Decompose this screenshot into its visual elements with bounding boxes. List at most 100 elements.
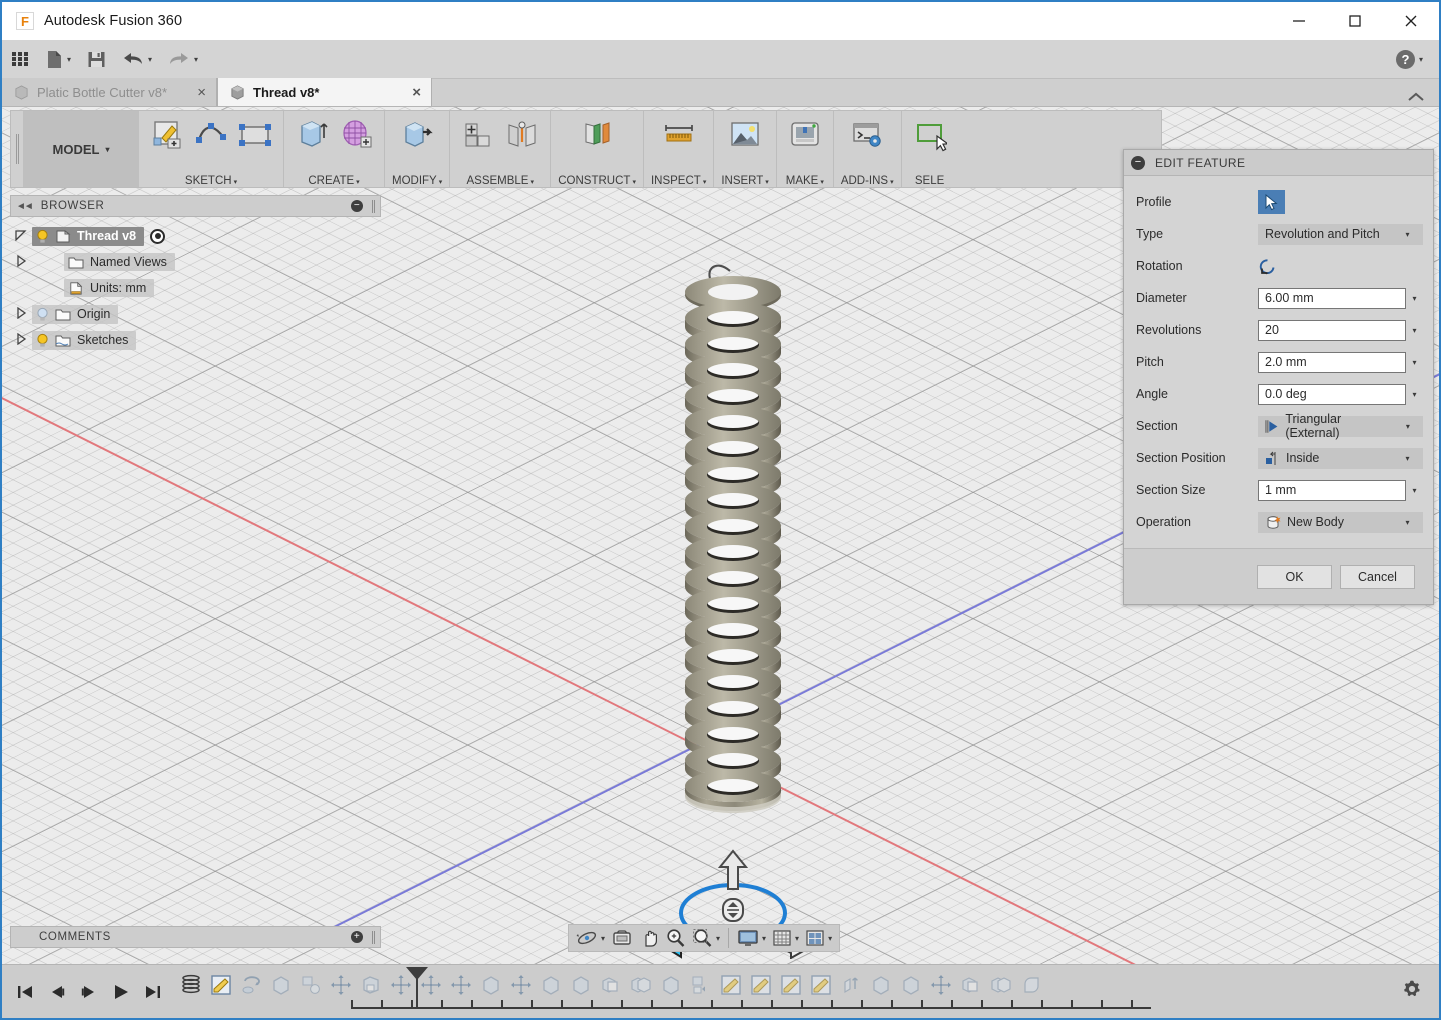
- show-data-panel-button[interactable]: [2, 40, 38, 78]
- body-feature-3[interactable]: [536, 970, 566, 1000]
- body-feature-5[interactable]: [656, 970, 686, 1000]
- thread-coil-body[interactable]: [638, 272, 828, 832]
- redo-button[interactable]: ▾: [160, 40, 206, 78]
- press-pull-icon[interactable]: [396, 114, 438, 156]
- sketch-feature-4[interactable]: [776, 970, 806, 1000]
- copy-feature-1[interactable]: [626, 970, 656, 1000]
- sketch-feature-5[interactable]: [806, 970, 836, 1000]
- body-feature-6[interactable]: [866, 970, 896, 1000]
- document-tab-inactive[interactable]: Platic Bottle Cutter v8* ×: [2, 78, 217, 106]
- body-feature-2[interactable]: [476, 970, 506, 1000]
- expander-expanded-icon[interactable]: [10, 229, 32, 244]
- new-component-icon[interactable]: [457, 114, 499, 156]
- maximize-icon[interactable]: [1327, 2, 1383, 40]
- chevron-down-icon[interactable]: ▾: [1406, 358, 1423, 367]
- script-addin-icon[interactable]: [846, 114, 888, 156]
- spline-icon[interactable]: [190, 114, 232, 156]
- profile-select-button[interactable]: [1258, 190, 1285, 214]
- expander-collapsed-icon[interactable]: [10, 306, 32, 322]
- revolve-feature[interactable]: [236, 970, 266, 1000]
- body-feature-4[interactable]: [566, 970, 596, 1000]
- move-feature-1[interactable]: [326, 970, 356, 1000]
- help-menu-button[interactable]: ? ▾: [1395, 49, 1423, 69]
- grid-snaps-button[interactable]: ▾: [769, 926, 802, 950]
- tree-row-thread[interactable]: Thread v8: [10, 223, 381, 249]
- section-size-input[interactable]: 1 mm: [1258, 479, 1406, 501]
- save-button[interactable]: [79, 40, 114, 78]
- operation-dropdown[interactable]: New Body ▾: [1258, 511, 1423, 533]
- angle-input[interactable]: 0.0 deg: [1258, 383, 1406, 405]
- collapse-left-icon[interactable]: ◄◄: [16, 201, 34, 212]
- undo-button[interactable]: ▾: [114, 40, 160, 78]
- workspace-switcher-button[interactable]: MODEL ▾: [23, 111, 139, 187]
- ribbon-group-label-construct[interactable]: CONSTRUCT ▾: [558, 173, 636, 187]
- timeline-track[interactable]: [176, 965, 1439, 1019]
- fillet-feature[interactable]: [1016, 970, 1046, 1000]
- panel-grip[interactable]: [372, 199, 375, 213]
- go-to-beginning-button[interactable]: [14, 979, 36, 1005]
- create-sketch-icon[interactable]: [146, 114, 188, 156]
- plus-circle-icon[interactable]: +: [351, 931, 363, 943]
- section-position-dropdown[interactable]: Inside ▾: [1258, 447, 1423, 469]
- combine-feature-2[interactable]: [956, 970, 986, 1000]
- display-settings-button[interactable]: ▾: [734, 926, 769, 950]
- measure-icon[interactable]: [658, 114, 700, 156]
- ribbon-group-label-sketch[interactable]: SKETCH ▾: [146, 173, 276, 187]
- expander-collapsed-icon[interactable]: [10, 332, 32, 348]
- move-feature-5[interactable]: [506, 970, 536, 1000]
- document-tab-active[interactable]: Thread v8* ×: [217, 78, 432, 106]
- move-feature-4[interactable]: [446, 970, 476, 1000]
- extrude-icon[interactable]: [291, 114, 333, 156]
- shell-feature[interactable]: [356, 970, 386, 1000]
- go-to-end-button[interactable]: [142, 979, 164, 1005]
- ribbon-group-label-modify[interactable]: MODIFY ▾: [392, 173, 442, 187]
- tree-row-origin[interactable]: Origin: [10, 301, 381, 327]
- component-feature-2[interactable]: [686, 970, 716, 1000]
- tree-item-thread[interactable]: Thread v8: [32, 226, 145, 246]
- sketch-feature-2[interactable]: [716, 970, 746, 1000]
- pitch-input[interactable]: 2.0 mm: [1258, 351, 1406, 373]
- body-feature-1[interactable]: [266, 970, 296, 1000]
- panel-grip[interactable]: [372, 930, 375, 944]
- section-dropdown[interactable]: Triangular (External) ▾: [1258, 412, 1423, 440]
- 3d-print-icon[interactable]: [784, 114, 826, 156]
- close-icon[interactable]: ×: [197, 85, 206, 100]
- component-feature[interactable]: [296, 970, 326, 1000]
- select-icon[interactable]: [909, 114, 951, 156]
- collapse-ribbon-button[interactable]: [1407, 91, 1425, 106]
- chevron-down-icon[interactable]: ▾: [1406, 390, 1423, 399]
- tree-item-origin[interactable]: Origin: [32, 304, 119, 324]
- minus-circle-icon[interactable]: −: [1131, 155, 1145, 170]
- ribbon-group-label-inspect[interactable]: INSPECT ▾: [651, 173, 706, 187]
- create-form-icon[interactable]: [335, 114, 377, 156]
- sketch-feature-1[interactable]: [206, 970, 236, 1000]
- zoom-window-button[interactable]: ▾: [689, 926, 723, 950]
- chevron-down-icon[interactable]: ▾: [1406, 294, 1423, 303]
- extrude-feature[interactable]: [836, 970, 866, 1000]
- expander-collapsed-icon[interactable]: [10, 254, 32, 270]
- ribbon-group-label-insert[interactable]: INSERT ▾: [721, 173, 768, 187]
- cancel-button[interactable]: Cancel: [1340, 564, 1415, 589]
- orbit-button[interactable]: ▾: [573, 926, 608, 950]
- move-feature-6[interactable]: [926, 970, 956, 1000]
- ribbon-group-label-make[interactable]: MAKE ▾: [784, 173, 826, 187]
- rectangle-icon[interactable]: [234, 114, 276, 156]
- minus-circle-icon[interactable]: −: [351, 200, 363, 212]
- rotation-ccw-icon[interactable]: [1258, 257, 1277, 276]
- tree-item-units[interactable]: Units: mm: [64, 279, 155, 297]
- ribbon-group-label-select[interactable]: SELE: [909, 173, 951, 187]
- file-menu-button[interactable]: ▾: [38, 40, 79, 78]
- coil-feature[interactable]: [176, 970, 206, 1000]
- offset-plane-icon[interactable]: [576, 114, 618, 156]
- chevron-down-icon[interactable]: ▾: [1406, 326, 1423, 335]
- insert-image-icon[interactable]: [724, 114, 766, 156]
- minimize-icon[interactable]: [1271, 2, 1327, 40]
- ok-button[interactable]: OK: [1257, 564, 1332, 589]
- ribbon-grip[interactable]: [11, 111, 23, 187]
- body-feature-7[interactable]: [896, 970, 926, 1000]
- tree-row-units[interactable]: Units: mm: [10, 275, 381, 301]
- move-up-arrow-icon[interactable]: [716, 849, 750, 891]
- look-at-button[interactable]: [608, 926, 636, 950]
- ribbon-group-label-create[interactable]: CREATE ▾: [291, 173, 377, 187]
- sketch-feature-3[interactable]: [746, 970, 776, 1000]
